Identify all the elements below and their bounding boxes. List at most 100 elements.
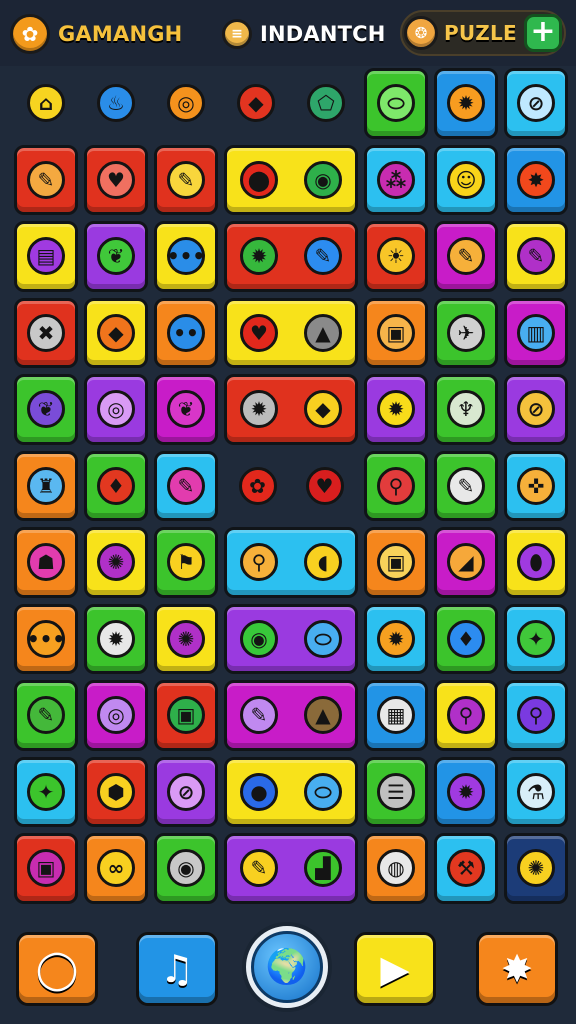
tile-r4-3[interactable]: ✹ ◆ (224, 374, 358, 445)
tile-r0-7[interactable]: ⊘ (504, 68, 568, 139)
tile-r2-4[interactable]: ☀ (364, 221, 428, 292)
tile-r2-6[interactable]: ✎ (504, 221, 568, 292)
tile-r9-4[interactable]: ☰ (364, 756, 428, 827)
hud-gamangh[interactable]: ✿ GAMANGH (10, 12, 182, 56)
tile-r10-2[interactable]: ◉ (154, 833, 218, 904)
tile-r1-4[interactable]: ⁂ (364, 144, 428, 215)
tile-r4-1[interactable]: ◎ (84, 374, 148, 445)
tile-r9-1[interactable]: ⬢ (84, 756, 148, 827)
tile-r4-5[interactable]: ♆ (434, 374, 498, 445)
settings-button[interactable]: ✸ (476, 932, 558, 1006)
tile-r10-1[interactable]: ∞ (84, 833, 148, 904)
tile-r6-6[interactable]: ⬮ (504, 527, 568, 598)
tile-r3-0[interactable]: ✖ (14, 297, 78, 368)
tile-r10-4[interactable]: ◍ (364, 833, 428, 904)
tile-r5-3[interactable]: ✿ ♥ (224, 451, 358, 522)
triangle-icon: ▲ (304, 313, 342, 352)
tile-r2-5[interactable]: ✎ (434, 221, 498, 292)
tile-r3-5[interactable]: ✈ (434, 297, 498, 368)
tile-r8-3[interactable]: ✎ ▲ (224, 680, 358, 751)
tile-r7-6[interactable]: ✦ (504, 603, 568, 674)
balloon-icon: ⚲ (240, 543, 278, 582)
tile-r2-0[interactable]: ▤ (14, 221, 78, 292)
tile-r4-4[interactable]: ✹ (364, 374, 428, 445)
top-bar: ✿ GAMANGH ≡ INDANTCH ❂ PUZLE + (0, 0, 576, 66)
tile-r0-0[interactable]: ⌂ (14, 68, 78, 139)
tile-r8-0[interactable]: ✎ (14, 680, 78, 751)
tile-r8-1[interactable]: ◎ (84, 680, 148, 751)
tile-r4-0[interactable]: ❦ (14, 374, 78, 445)
tile-r1-6[interactable]: ✸ (504, 144, 568, 215)
tile-r3-4[interactable]: ▣ (364, 297, 428, 368)
tile-r2-1[interactable]: ❦ (84, 221, 148, 292)
globe-icon: 🌍 (251, 931, 323, 1003)
tile-r8-5[interactable]: ⚲ (434, 680, 498, 751)
tile-r7-0[interactable]: ••• (14, 603, 78, 674)
tile-r3-6[interactable]: ▥ (504, 297, 568, 368)
tile-r6-5[interactable]: ◢ (434, 527, 498, 598)
tile-r0-3[interactable]: ◆ (224, 68, 288, 139)
tile-r5-6[interactable]: ✜ (504, 450, 568, 521)
cone-icon: ♦ (447, 619, 485, 658)
globe-button[interactable]: 🌍 (242, 922, 332, 1012)
tile-r1-1[interactable]: ♥ (84, 144, 148, 215)
music-button[interactable]: ♫ (136, 932, 218, 1006)
tile-r0-1[interactable]: ♨ (84, 68, 148, 139)
tile-r5-5[interactable]: ✎ (434, 450, 498, 521)
diamond-icon: ◆ (237, 84, 275, 123)
bell-icon: ◖ (304, 543, 342, 582)
tile-r10-0[interactable]: ▣ (14, 833, 78, 904)
tile-r0-4[interactable]: ⬠ (294, 68, 358, 139)
tile-r5-1[interactable]: ♦ (84, 450, 148, 521)
tile-r6-2[interactable]: ⚑ (154, 527, 218, 598)
tile-r2-2[interactable]: ••• (154, 221, 218, 292)
glue-icon: ✎ (240, 696, 278, 735)
hud-indantch[interactable]: ≡ INDANTCH (222, 12, 386, 56)
tile-r2-3[interactable]: ✹ ✎ (224, 221, 358, 292)
tile-r1-5[interactable]: ☺ (434, 144, 498, 215)
tile-r1-3[interactable]: ⬤ ◉ (224, 144, 358, 215)
hud-gamangh-label: GAMANGH (58, 22, 183, 46)
tile-r10-3[interactable]: ✎ ▟ (224, 833, 358, 904)
tile-r8-2[interactable]: ▣ (154, 680, 218, 751)
tile-r8-4[interactable]: ▦ (364, 680, 428, 751)
tile-r3-2[interactable]: •• (154, 297, 218, 368)
tile-r5-4[interactable]: ⚲ (364, 450, 428, 521)
tile-r6-0[interactable]: ☗ (14, 527, 78, 598)
tile-r10-5[interactable]: ⚒ (434, 833, 498, 904)
tile-r8-6[interactable]: ⚲ (504, 680, 568, 751)
rocket-icon: ✈ (447, 313, 485, 352)
search-button[interactable]: ◯ (16, 932, 98, 1006)
tile-r9-6[interactable]: ⚗ (504, 756, 568, 827)
tile-r7-3[interactable]: ◉ ⬭ (224, 603, 358, 674)
plus-button[interactable]: + (524, 14, 562, 52)
tile-r3-1[interactable]: ◆ (84, 297, 148, 368)
tile-r6-1[interactable]: ✺ (84, 527, 148, 598)
tile-r7-2[interactable]: ✺ (154, 603, 218, 674)
tile-r1-0[interactable]: ✎ (14, 144, 78, 215)
tile-r6-4[interactable]: ▣ (364, 527, 428, 598)
tile-r5-2[interactable]: ✎ (154, 450, 218, 521)
tile-r1-2[interactable]: ✎ (154, 144, 218, 215)
tile-r4-2[interactable]: ❦ (154, 374, 218, 445)
tile-r9-3[interactable]: ● ⬭ (224, 756, 358, 827)
tile-r5-0[interactable]: ♜ (14, 450, 78, 521)
tile-r4-6[interactable]: ⊘ (504, 374, 568, 445)
no-lightning-icon: ⊘ (167, 772, 205, 811)
tile-r0-2[interactable]: ◎ (154, 68, 218, 139)
tile-r9-0[interactable]: ✦ (14, 756, 78, 827)
tile-r10-6[interactable]: ✺ (504, 833, 568, 904)
tile-r7-1[interactable]: ✹ (84, 603, 148, 674)
tile-r7-4[interactable]: ✹ (364, 603, 428, 674)
tile-r7-5[interactable]: ♦ (434, 603, 498, 674)
tile-r3-3[interactable]: ♥ ▲ (224, 297, 358, 368)
tile-r0-5[interactable]: ⬭ (364, 68, 428, 139)
joint-icon: ✜ (517, 466, 555, 505)
magnifier-icon: ◯ (35, 947, 79, 991)
hud-puzle[interactable]: ❂ PUZLE + (400, 10, 566, 56)
tile-r9-2[interactable]: ⊘ (154, 756, 218, 827)
tile-r9-5[interactable]: ✹ (434, 756, 498, 827)
tile-r6-3[interactable]: ⚲ ◖ (224, 527, 358, 598)
tile-r0-6[interactable]: ✹ (434, 68, 498, 139)
play-button[interactable]: ▶ (354, 932, 436, 1006)
